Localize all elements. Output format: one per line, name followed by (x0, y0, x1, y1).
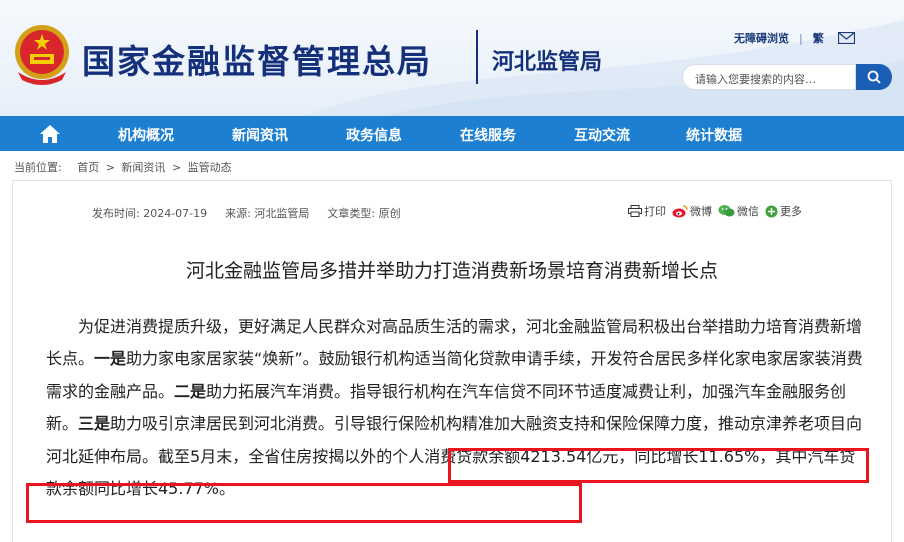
source-value: 河北监管局 (254, 207, 310, 220)
traditional-chinese-link[interactable]: 繁 (813, 30, 824, 46)
breadcrumb-home[interactable]: 首页 (77, 161, 99, 174)
source-label: 来源: (225, 207, 251, 220)
print-label: 打印 (644, 205, 666, 218)
type-label: 文章类型: (327, 207, 376, 220)
search-input[interactable]: 请输入您要搜索的内容… (682, 64, 856, 90)
weibo-share-button[interactable]: 微博 (672, 203, 712, 219)
point-two-label: 二是 (174, 381, 207, 401)
breadcrumb: 当前位置: 首页 > 新闻资讯 > 监管动态 (14, 159, 232, 175)
nav-item-interaction[interactable]: 互动交流 (574, 125, 630, 145)
header-divider (476, 30, 478, 84)
plus-icon (765, 205, 778, 217)
mail-icon[interactable] (837, 32, 855, 44)
search-icon (867, 70, 881, 84)
wechat-share-button[interactable]: 微信 (718, 203, 759, 219)
org-name[interactable]: 国家金融监督管理总局 (82, 35, 432, 83)
wechat-icon (718, 205, 735, 217)
highlight-box (448, 448, 869, 483)
highlight-box (26, 483, 582, 523)
branch-name[interactable]: 河北监管局 (492, 44, 602, 76)
more-label: 更多 (780, 205, 802, 218)
national-emblem-icon (15, 25, 69, 85)
more-share-button[interactable]: 更多 (765, 203, 802, 219)
type-value: 原创 (378, 207, 401, 220)
date-label: 发布时间: (92, 207, 140, 220)
article-meta: 发布时间: 2024-07-19 来源: 河北监管局 文章类型: 原创 (92, 205, 419, 221)
site-header: 国家金融监督管理总局 河北监管局 无障碍浏览 | 繁 请输入您要搜索的内容… (0, 0, 904, 116)
link-separator: | (799, 31, 803, 45)
home-icon[interactable] (38, 123, 62, 145)
article-title: 河北金融监管局多措并举助力打造消费新场景培育消费新增长点 (185, 260, 718, 282)
print-button[interactable]: 打印 (628, 203, 666, 219)
accessibility-link[interactable]: 无障碍浏览 (734, 30, 789, 46)
wechat-label: 微信 (737, 205, 759, 218)
publish-date: 2024-07-19 (143, 207, 208, 220)
nav-item-government-info[interactable]: 政务信息 (346, 125, 402, 145)
nav-item-statistics[interactable]: 统计数据 (686, 125, 742, 145)
breadcrumb-news[interactable]: 新闻资讯 (121, 161, 165, 174)
point-one-label: 一是 (94, 349, 127, 369)
point-three-label: 三是 (78, 414, 111, 434)
printer-icon (628, 205, 642, 217)
breadcrumb-separator: > (171, 161, 182, 174)
top-links: 无障碍浏览 | 繁 (734, 30, 855, 46)
main-nav: 机构概况 新闻资讯 政务信息 在线服务 互动交流 统计数据 (0, 116, 904, 151)
nav-item-online-services[interactable]: 在线服务 (460, 125, 516, 145)
share-bar: 打印 微博 微信 更多 (628, 203, 808, 219)
nav-item-news[interactable]: 新闻资讯 (232, 125, 288, 145)
weibo-label: 微博 (690, 205, 712, 218)
breadcrumb-label: 当前位置: (14, 161, 62, 174)
breadcrumb-regulatory-news[interactable]: 监管动态 (188, 161, 232, 174)
search-button[interactable] (856, 64, 892, 90)
breadcrumb-separator: > (105, 161, 115, 174)
weibo-icon (672, 204, 688, 217)
nav-item-about[interactable]: 机构概况 (118, 125, 174, 145)
